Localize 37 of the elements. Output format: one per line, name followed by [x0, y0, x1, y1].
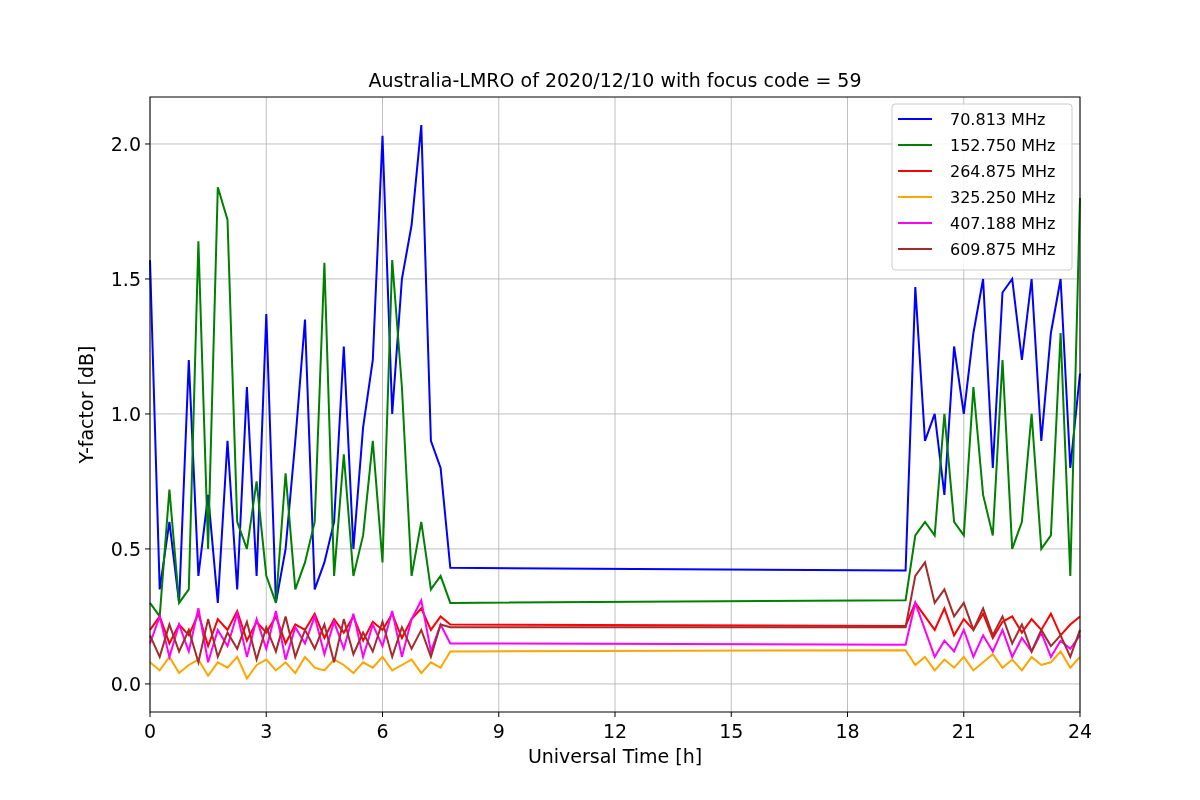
x-tick-label: 9 — [492, 720, 505, 742]
y-tick — [144, 548, 151, 550]
y-tick — [144, 413, 151, 415]
x-tick — [498, 711, 500, 718]
y-tick-label: 1.0 — [110, 402, 141, 425]
y-tick-label: 1.5 — [110, 267, 141, 290]
y-tick-label: 0.5 — [110, 537, 141, 560]
legend-label: 70.813 MHz — [950, 110, 1046, 129]
x-tick — [963, 711, 965, 718]
x-tick-label: 6 — [376, 720, 389, 742]
x-tick — [614, 711, 616, 718]
y-tick — [144, 143, 151, 145]
x-tick-label: 0 — [143, 720, 157, 742]
y-tick — [144, 278, 151, 280]
x-tick — [1079, 711, 1081, 718]
x-tick-label: 12 — [602, 720, 628, 742]
x-tick-label: 24 — [1067, 720, 1093, 742]
legend-label: 152.750 MHz — [950, 136, 1056, 155]
x-tick-label: 3 — [260, 720, 273, 742]
x-tick — [265, 711, 267, 718]
x-tick-label: 21 — [951, 720, 976, 742]
x-tick — [149, 711, 151, 718]
legend-label: 609.875 MHz — [950, 240, 1056, 259]
y-tick — [144, 683, 151, 685]
x-tick — [847, 711, 848, 718]
legend-label: 407.188 MHz — [950, 214, 1056, 233]
y-axis-label: Y-factor [dB] — [75, 345, 97, 464]
x-axis-label: Universal Time [h] — [527, 745, 703, 767]
x-tick — [382, 711, 383, 718]
legend-label: 325.250 MHz — [950, 188, 1056, 207]
x-tick-label: 15 — [719, 720, 744, 742]
legend-label: 264.875 MHz — [950, 162, 1056, 181]
y-tick-label: 2.0 — [110, 133, 141, 155]
chart-title: Australia-LMRO of 2020/12/10 with focus code = 59 — [368, 69, 862, 91]
x-tick — [730, 711, 732, 718]
x-tick-label: 18 — [835, 720, 860, 742]
y-tick-label: 0.0 — [110, 672, 141, 695]
